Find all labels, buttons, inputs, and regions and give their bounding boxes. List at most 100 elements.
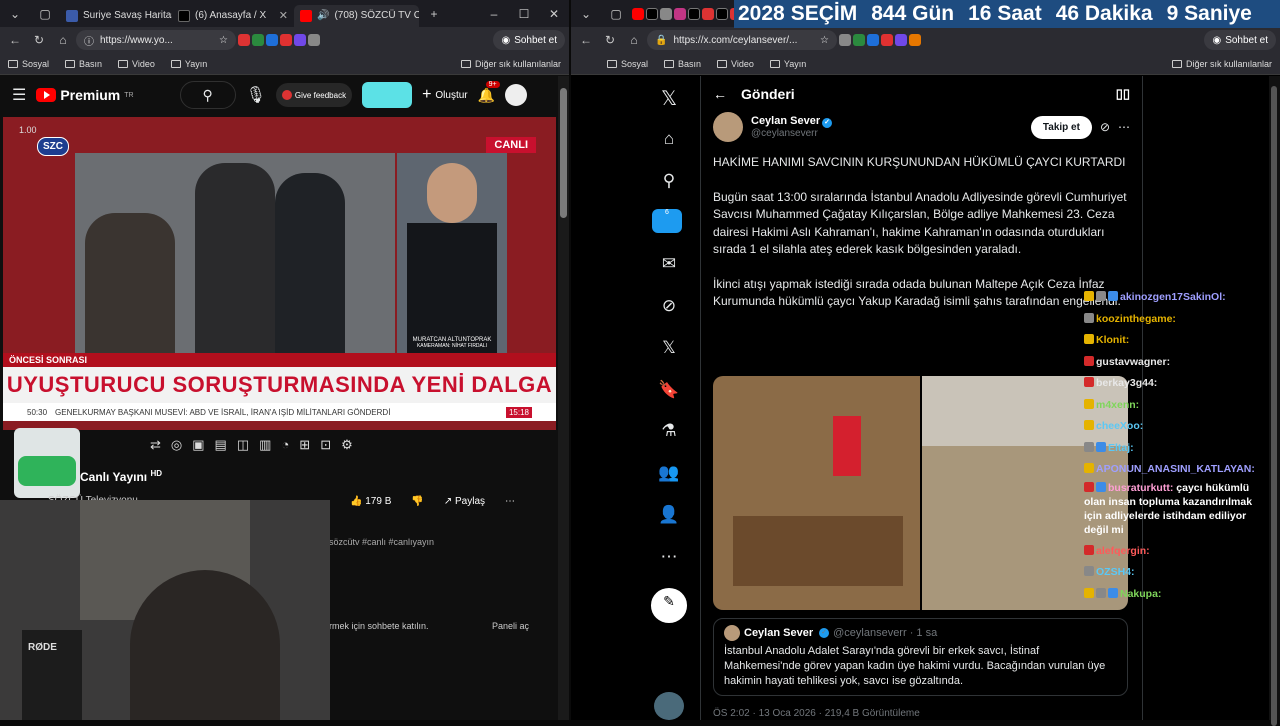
bookmark-folder[interactable]: Sosyal bbox=[607, 59, 648, 69]
copilot-chat-button[interactable]: ◉ Sohbet et bbox=[1204, 30, 1276, 50]
theater-icon[interactable]: ▤ bbox=[215, 437, 227, 453]
camera-icon[interactable]: ⊡ bbox=[320, 437, 331, 453]
hashtags[interactable]: sözcütv #canlı #canlıyayın bbox=[329, 537, 434, 547]
maximize-button[interactable]: ☐ bbox=[509, 7, 539, 21]
bookmark-folder[interactable]: Basın bbox=[664, 59, 701, 69]
scrollbar[interactable] bbox=[1269, 76, 1280, 726]
youtube-logo[interactable]: Premium TR bbox=[36, 87, 134, 103]
scrollbar-thumb[interactable] bbox=[1271, 86, 1277, 726]
grok-icon[interactable]: ⊘ bbox=[1100, 120, 1110, 134]
notifications-icon[interactable]: 🔔6 bbox=[652, 208, 684, 236]
tab-favicon-icon[interactable] bbox=[702, 7, 714, 20]
bookmark-folder[interactable]: Yayın bbox=[170, 59, 207, 69]
speaker-icon[interactable]: 🔊 bbox=[317, 10, 329, 21]
minimize-button[interactable]: – bbox=[479, 7, 509, 21]
x-logo-icon[interactable] bbox=[688, 7, 700, 20]
x-logo-icon[interactable] bbox=[716, 7, 728, 20]
grok-icon[interactable]: ⊘ bbox=[654, 296, 684, 319]
video-player[interactable]: 1.00 SZC CANLI MURATCAN ALTUNTOPRAK KAME… bbox=[3, 117, 556, 430]
new-tab-button[interactable]: + bbox=[419, 7, 449, 21]
notifications-button[interactable]: 🔔 9+ bbox=[478, 80, 500, 104]
extension-icon[interactable] bbox=[839, 34, 851, 46]
refresh-icon[interactable]: ↻ bbox=[28, 29, 50, 51]
star-icon[interactable]: ☆ bbox=[820, 35, 829, 46]
audio-icon[interactable]: ◎ bbox=[171, 437, 182, 453]
share-button[interactable]: ↗ Paylaş bbox=[444, 496, 485, 507]
scrollbar-thumb[interactable] bbox=[560, 88, 567, 218]
youtube-icon[interactable] bbox=[632, 7, 644, 20]
bookmark-folder[interactable]: Basın bbox=[65, 59, 102, 69]
bookmark-folder[interactable]: Video bbox=[118, 59, 155, 69]
quoted-post[interactable]: Ceylan Sever ✓ @ceylanseverr · 1 sa İsta… bbox=[713, 618, 1128, 696]
extension-icon[interactable] bbox=[280, 34, 292, 46]
extension-toggle-button[interactable] bbox=[362, 82, 413, 108]
copilot-chat-button[interactable]: ◉ Sohbet et bbox=[493, 30, 565, 50]
close-window-button[interactable]: ✕ bbox=[539, 7, 569, 21]
author-avatar[interactable] bbox=[713, 112, 743, 142]
dislike-button[interactable]: 👎 bbox=[411, 496, 423, 507]
more-icon[interactable]: ⋯ bbox=[505, 496, 515, 507]
home-icon[interactable]: ⌂ bbox=[654, 129, 684, 152]
back-arrow-icon[interactable]: ← bbox=[713, 86, 727, 102]
profile-icon[interactable]: 👤 bbox=[654, 505, 684, 528]
jobs-icon[interactable]: ⚗ bbox=[654, 421, 684, 444]
tab-syria-map[interactable]: Suriye Savaş Haritası - S ✕ bbox=[60, 5, 172, 27]
home-icon[interactable]: ⌂ bbox=[623, 29, 645, 51]
tab-menu-icon[interactable]: ⌄ bbox=[0, 7, 30, 21]
home-icon[interactable]: ⌂ bbox=[52, 29, 74, 51]
author-handle[interactable]: @ceylanseverr bbox=[751, 128, 832, 139]
premium-icon[interactable]: 𝕏 bbox=[654, 338, 684, 361]
author-name[interactable]: Ceylan Sever bbox=[751, 115, 820, 127]
avatar[interactable] bbox=[505, 84, 528, 106]
messages-icon[interactable]: ✉ bbox=[654, 254, 684, 277]
extension-icon[interactable] bbox=[266, 34, 278, 46]
bookmark-folder[interactable]: Video bbox=[717, 59, 754, 69]
tab-favicon-icon[interactable] bbox=[660, 7, 672, 20]
bookmark-folder[interactable]: Sosyal bbox=[8, 59, 49, 69]
tab-menu-icon[interactable]: ⌄ bbox=[571, 7, 601, 21]
extension-icon[interactable] bbox=[909, 34, 921, 46]
other-bookmarks[interactable]: Diğer sık kullanılanlar bbox=[1171, 59, 1272, 69]
workspaces-icon[interactable]: ▢ bbox=[30, 7, 60, 21]
close-icon[interactable]: ✕ bbox=[279, 9, 288, 22]
bookmarks-icon[interactable]: 🔖 bbox=[654, 380, 684, 403]
give-feedback-button[interactable]: Give feedback bbox=[275, 83, 353, 107]
x-logo-icon[interactable]: 𝕏 bbox=[654, 86, 684, 110]
url-field[interactable]: ⓘ https://www.yo... ☆ bbox=[76, 30, 236, 50]
add-icon[interactable]: ⊞ bbox=[299, 437, 310, 453]
cinema-icon[interactable]: ▥ bbox=[259, 437, 271, 453]
back-icon[interactable]: ← bbox=[4, 29, 26, 51]
extension-icon[interactable] bbox=[294, 34, 306, 46]
extension-icon[interactable] bbox=[867, 34, 879, 46]
more-icon[interactable]: ⋯ bbox=[654, 547, 684, 570]
reader-icon[interactable]: ▯▯ bbox=[1116, 86, 1130, 102]
extension-icon[interactable] bbox=[881, 34, 893, 46]
follow-button[interactable]: Takip et bbox=[1030, 115, 1092, 139]
like-button[interactable]: 👍 179 B bbox=[350, 496, 391, 507]
hamburger-menu-icon[interactable]: ☰ bbox=[12, 85, 26, 105]
extension-icon[interactable] bbox=[895, 34, 907, 46]
compose-post-button[interactable]: ✎ bbox=[651, 588, 687, 623]
extension-icon[interactable] bbox=[238, 34, 250, 46]
scrollbar[interactable] bbox=[558, 76, 569, 720]
screenshot-icon[interactable]: ▣ bbox=[192, 437, 204, 453]
microphone-icon[interactable]: 🎙 bbox=[246, 85, 266, 105]
bookmark-folder[interactable]: Yayın bbox=[769, 59, 806, 69]
other-bookmarks[interactable]: Diğer sık kullanılanlar bbox=[460, 59, 561, 69]
more-icon[interactable]: ⋯ bbox=[1118, 120, 1130, 134]
instagram-icon[interactable] bbox=[674, 7, 686, 20]
extension-icon[interactable] bbox=[252, 34, 264, 46]
speed-icon[interactable]: ◔ bbox=[281, 437, 289, 453]
search-button[interactable]: ⚲ bbox=[179, 81, 236, 109]
search-icon[interactable]: ⚲ bbox=[654, 171, 684, 194]
back-icon[interactable]: ← bbox=[575, 29, 597, 51]
open-panel-button[interactable]: Paneli aç bbox=[492, 621, 529, 631]
pip-icon[interactable]: ◫ bbox=[237, 437, 249, 453]
gear-icon[interactable]: ⚙ bbox=[341, 437, 353, 453]
avatar[interactable] bbox=[654, 691, 684, 721]
communities-icon[interactable]: 👥 bbox=[654, 463, 684, 486]
refresh-icon[interactable]: ↻ bbox=[599, 29, 621, 51]
tab-sozcu-tv[interactable]: 🔊 (708) SÖZCÜ TV Ca ✕ bbox=[294, 4, 419, 27]
star-icon[interactable]: ☆ bbox=[219, 35, 228, 46]
x-logo-icon[interactable] bbox=[646, 7, 658, 20]
